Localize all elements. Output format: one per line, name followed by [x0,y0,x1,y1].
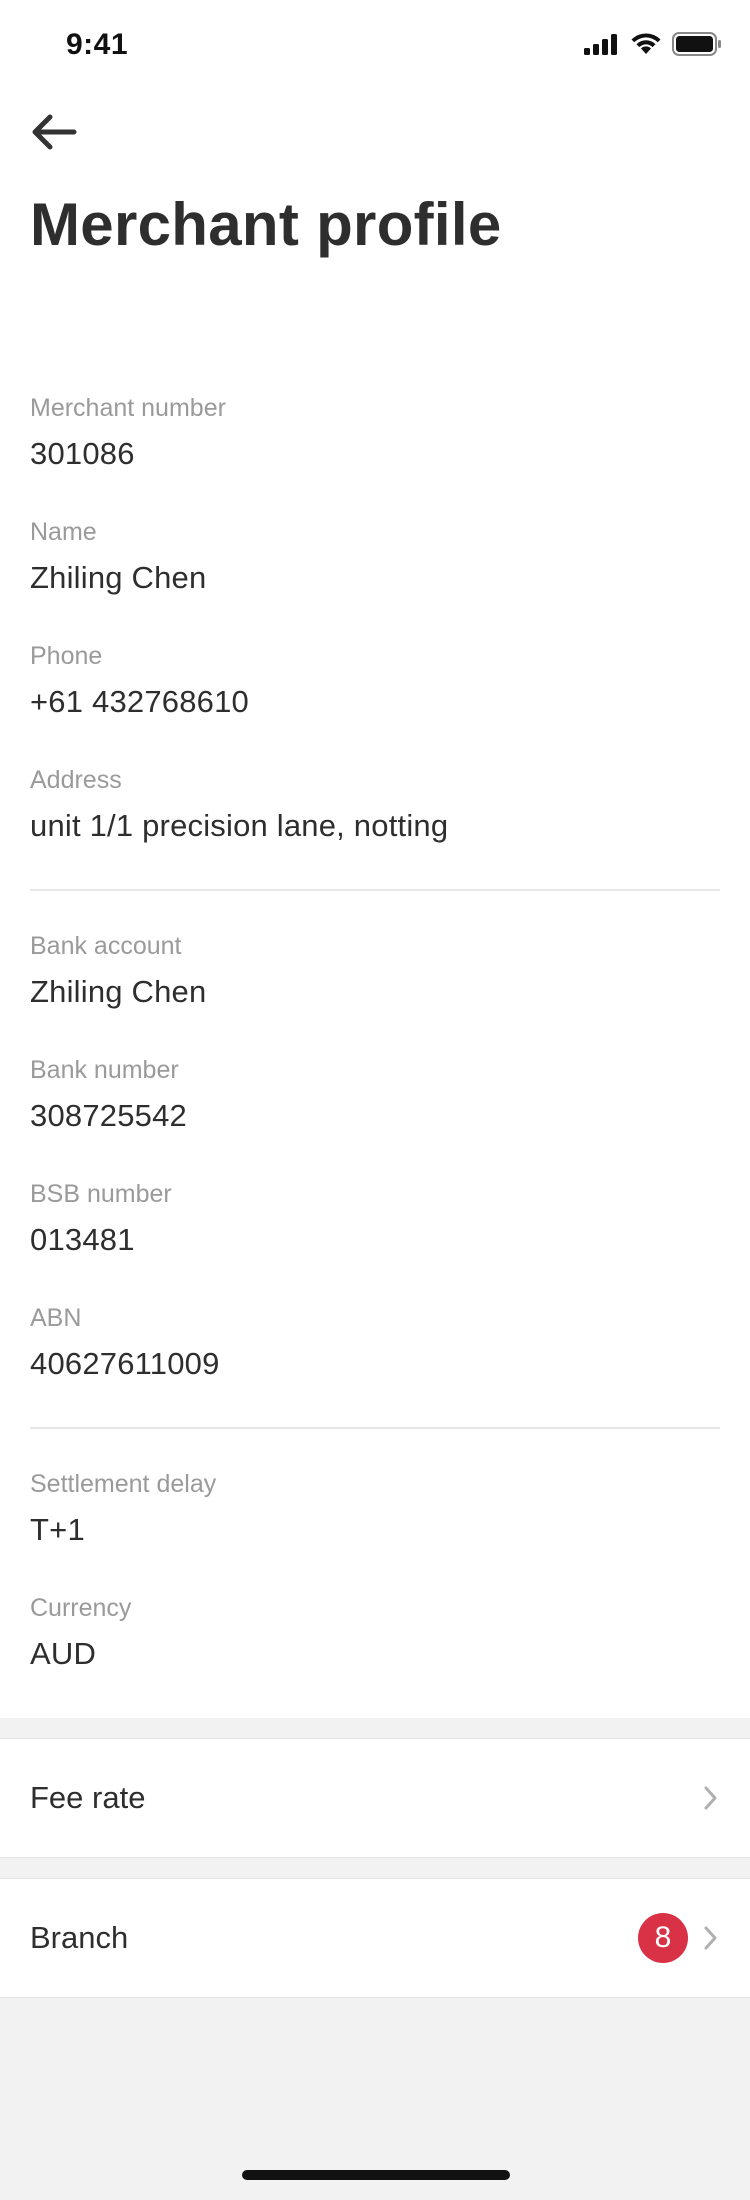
field-value: Zhiling Chen [30,974,207,1009]
wifi-icon [631,33,661,54]
field-label: BSB number [30,1180,172,1208]
field-label: Bank number [30,1056,179,1084]
merchant-number-field: Merchant number 301086 [30,390,720,514]
field-value: T+1 [30,1512,85,1547]
chevron-right-icon [704,1926,717,1950]
field-value: 40627611009 [30,1346,220,1381]
field-label: Address [30,766,122,794]
battery-icon [672,32,721,56]
bank-section: Bank account Zhiling Chen Bank number 30… [30,928,720,1424]
bank-number-field: Bank number 308725542 [30,1052,720,1176]
field-value: 301086 [30,436,135,471]
branch-row[interactable]: Branch 8 [0,1878,750,1998]
field-label: Settlement delay [30,1470,217,1498]
fee-rate-row[interactable]: Fee rate [0,1738,750,1858]
abn-field: ABN 40627611009 [30,1300,720,1424]
bsb-number-field: BSB number 013481 [30,1176,720,1300]
row-right [702,1784,720,1812]
field-value: unit 1/1 precision lane, notting [30,808,449,843]
phone-field: Phone +61 432768610 [30,638,720,762]
bank-account-field: Bank account Zhiling Chen [30,928,720,1052]
status-icons [584,32,722,56]
page-title: Merchant profile [30,191,502,258]
branch-count-badge: 8 [638,1913,688,1963]
field-value: +61 432768610 [30,684,249,719]
field-label: Bank account [30,932,182,960]
field-value: Zhiling Chen [30,560,207,595]
cellular-signal-icon [584,34,617,55]
row-right: 8 [638,1913,720,1963]
back-button[interactable] [22,104,86,160]
field-value: 308725542 [30,1098,187,1133]
chevron-right-icon [704,1786,717,1810]
status-bar: 9:41 [0,0,750,92]
profile-section: Merchant number 301086 Name Zhiling Chen… [30,390,720,886]
back-arrow-icon [32,114,77,150]
field-label: Phone [30,642,103,670]
field-label: ABN [30,1304,82,1332]
settlement-section: Settlement delay T+1 Currency AUD [30,1466,720,1714]
divider [30,889,720,891]
branch-label: Branch [30,1920,129,1955]
field-label: Name [30,518,97,546]
field-value: 013481 [30,1222,135,1257]
field-value: AUD [30,1636,97,1671]
field-label: Merchant number [30,394,226,422]
status-time: 9:41 [66,28,129,61]
fee-rate-label: Fee rate [30,1780,146,1815]
home-indicator [242,2170,510,2180]
settlement-delay-field: Settlement delay T+1 [30,1466,720,1590]
divider [30,1427,720,1429]
field-label: Currency [30,1594,132,1622]
currency-field: Currency AUD [30,1590,720,1714]
address-field: Address unit 1/1 precision lane, notting [30,762,720,886]
name-field: Name Zhiling Chen [30,514,720,638]
